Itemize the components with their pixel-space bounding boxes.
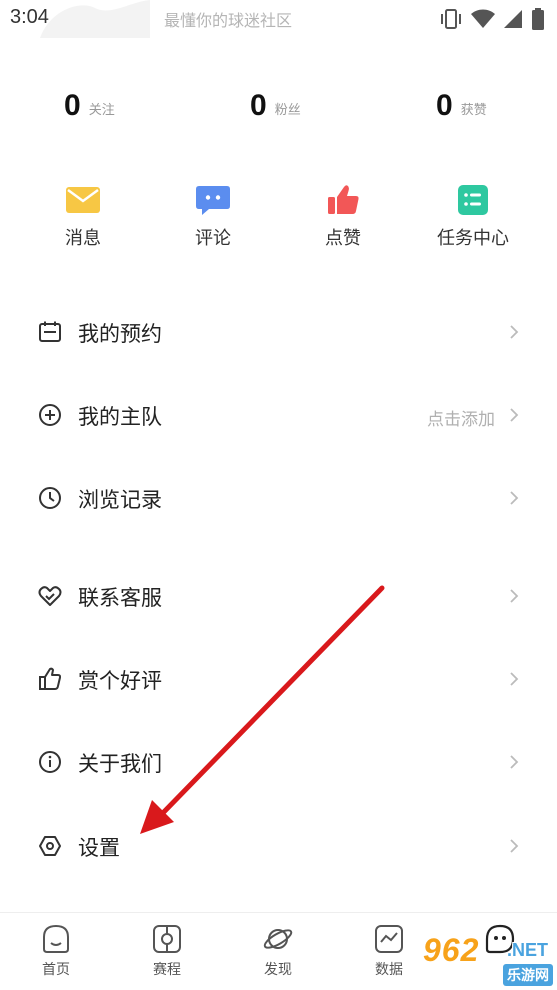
plus-circle-icon bbox=[39, 404, 61, 426]
menu-item-home-team[interactable]: 我的主队 点击添加 bbox=[0, 385, 557, 445]
menu-item-reservations[interactable]: 我的预约 bbox=[0, 302, 557, 362]
menu-item-label: 浏览记录 bbox=[78, 488, 162, 512]
settings-hexagon-icon bbox=[39, 836, 61, 856]
chevron-right-icon bbox=[510, 589, 519, 603]
chevron-right-icon bbox=[510, 325, 519, 339]
header-decoration bbox=[40, 0, 150, 38]
nav-tab-schedule[interactable]: 赛程 bbox=[127, 923, 207, 979]
quick-action-comments[interactable]: 评论 bbox=[163, 184, 263, 250]
quick-action-task-center[interactable]: 任务中心 bbox=[423, 184, 523, 250]
planet-icon bbox=[263, 929, 293, 949]
info-circle-icon bbox=[39, 751, 61, 773]
menu-item-label: 我的预约 bbox=[78, 322, 162, 346]
watermark-site: 乐游网 bbox=[503, 964, 553, 986]
envelope-icon bbox=[66, 187, 100, 213]
quick-actions: 消息 评论 点赞 任务中心 bbox=[0, 184, 557, 254]
stat-label: 粉丝 bbox=[274, 103, 301, 118]
battery-icon bbox=[532, 8, 544, 30]
status-time: 3:04 bbox=[10, 6, 49, 28]
stat-likes[interactable]: 0 获赞 bbox=[436, 86, 487, 126]
menu-item-label: 设置 bbox=[78, 836, 120, 860]
chevron-right-icon bbox=[510, 491, 519, 505]
heart-handshake-icon bbox=[38, 586, 62, 606]
menu-item-history[interactable]: 浏览记录 bbox=[0, 468, 557, 528]
profile-stats: 0 关注 0 粉丝 0 获赞 bbox=[0, 86, 557, 134]
chart-icon bbox=[375, 925, 403, 953]
quick-action-label: 任务中心 bbox=[437, 228, 509, 249]
schedule-icon bbox=[153, 925, 181, 953]
menu-item-label: 赏个好评 bbox=[78, 669, 162, 693]
thumbs-up-outline-icon bbox=[39, 667, 62, 690]
nav-tab-discover[interactable]: 发现 bbox=[238, 923, 318, 979]
task-list-icon bbox=[458, 185, 488, 215]
cellular-signal-icon bbox=[504, 10, 522, 28]
quick-action-label: 评论 bbox=[195, 228, 231, 249]
menu-item-label: 我的主队 bbox=[78, 405, 162, 429]
watermark-suffix: .NET bbox=[507, 940, 549, 960]
quick-action-messages[interactable]: 消息 bbox=[33, 184, 133, 250]
quick-action-likes[interactable]: 点赞 bbox=[293, 184, 393, 250]
menu-item-settings[interactable]: 设置 bbox=[0, 816, 557, 876]
site-watermark: 962 .NET 乐游网 bbox=[415, 928, 555, 988]
status-bar: 3:04 最懂你的球迷社区 bbox=[0, 0, 557, 40]
calendar-icon bbox=[39, 321, 61, 342]
status-icons bbox=[439, 8, 545, 30]
quick-action-label: 点赞 bbox=[325, 228, 361, 249]
chevron-right-icon bbox=[510, 839, 519, 853]
nav-label: 赛程 bbox=[153, 962, 181, 978]
menu-item-hint: 点击添加 bbox=[427, 410, 495, 430]
stat-count: 0 bbox=[64, 89, 81, 122]
menu-item-customer-service[interactable]: 联系客服 bbox=[0, 566, 557, 626]
app-slogan: 最懂你的球迷社区 bbox=[164, 11, 293, 30]
stat-following[interactable]: 0 关注 bbox=[64, 86, 115, 126]
menu-item-label: 联系客服 bbox=[78, 586, 162, 610]
watermark-number: 962 bbox=[423, 932, 480, 968]
clock-icon bbox=[39, 487, 61, 509]
menu-item-about-us[interactable]: 关于我们 bbox=[0, 732, 557, 792]
chevron-right-icon bbox=[510, 755, 519, 769]
chat-bubble-icon bbox=[196, 186, 230, 215]
stat-count: 0 bbox=[250, 89, 267, 122]
nav-tab-home[interactable]: 首页 bbox=[16, 923, 96, 979]
chevron-right-icon bbox=[510, 408, 519, 422]
chevron-right-icon bbox=[510, 672, 519, 686]
vibrate-icon bbox=[441, 9, 461, 29]
menu-item-label: 关于我们 bbox=[78, 752, 162, 776]
nav-label: 首页 bbox=[42, 962, 70, 978]
stat-label: 关注 bbox=[88, 103, 115, 118]
stat-count: 0 bbox=[436, 89, 453, 122]
home-icon bbox=[43, 924, 69, 953]
nav-label: 发现 bbox=[264, 962, 292, 978]
quick-action-label: 消息 bbox=[65, 228, 101, 249]
stat-followers[interactable]: 0 粉丝 bbox=[250, 86, 301, 126]
menu-item-rate-us[interactable]: 赏个好评 bbox=[0, 649, 557, 709]
wifi-icon bbox=[471, 9, 495, 28]
stat-label: 获赞 bbox=[460, 103, 487, 118]
thumbs-up-icon bbox=[328, 185, 359, 214]
